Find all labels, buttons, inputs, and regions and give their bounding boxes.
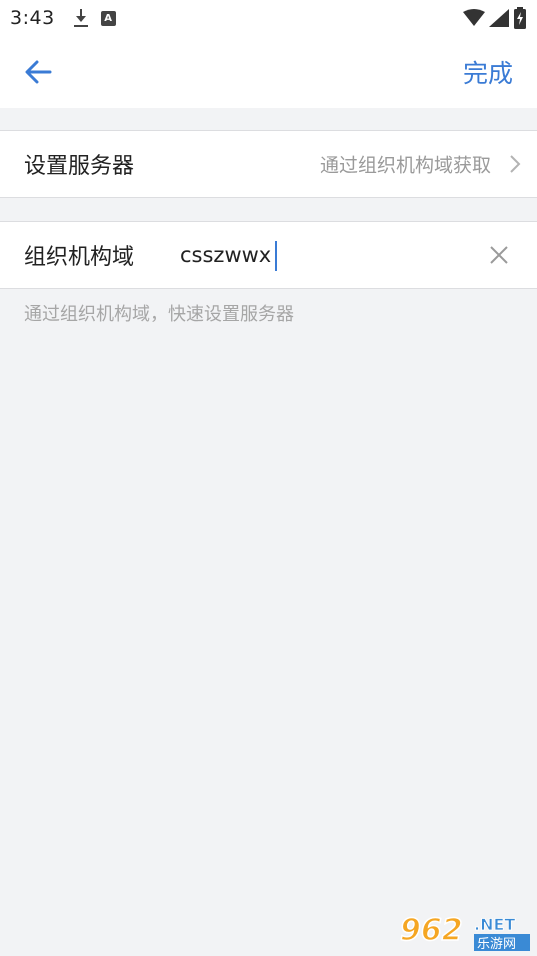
- status-bar: 3:43 A: [0, 0, 537, 36]
- org-domain-input[interactable]: [180, 243, 440, 267]
- watermark-graphic: 962 .NET 乐游网: [399, 912, 530, 952]
- org-domain-hint: 通过组织机构域，快速设置服务器: [24, 304, 294, 325]
- notification-icons: A: [73, 8, 116, 28]
- watermark-logo: 962 .NET 乐游网: [398, 910, 533, 952]
- server-setting-label: 设置服务器: [24, 154, 135, 179]
- app-bar: 完成: [0, 36, 537, 108]
- wifi-icon: [463, 9, 485, 26]
- back-button[interactable]: [18, 52, 58, 92]
- done-button[interactable]: 完成: [463, 54, 513, 90]
- text-cursor: [275, 241, 277, 271]
- arrow-left-icon: [25, 60, 52, 84]
- watermark-brand: 962: [400, 913, 463, 948]
- watermark-suffix: .NET: [474, 915, 515, 934]
- download-icon: [73, 8, 89, 28]
- signal-icon: [489, 9, 509, 27]
- server-setting-row[interactable]: 设置服务器 通过组织机构域获取: [0, 130, 537, 198]
- system-icons: [463, 7, 527, 29]
- server-setting-value: 通过组织机构域获取: [319, 154, 491, 177]
- close-icon[interactable]: [487, 243, 511, 267]
- a-notification-icon: A: [100, 10, 116, 26]
- battery-icon: [514, 7, 526, 29]
- watermark-tagline: 乐游网: [477, 937, 516, 952]
- org-domain-row: 组织机构域: [0, 221, 537, 289]
- org-domain-label: 组织机构域: [24, 245, 135, 270]
- chevron-right-icon: [510, 155, 521, 173]
- status-time: 3:43: [10, 7, 55, 29]
